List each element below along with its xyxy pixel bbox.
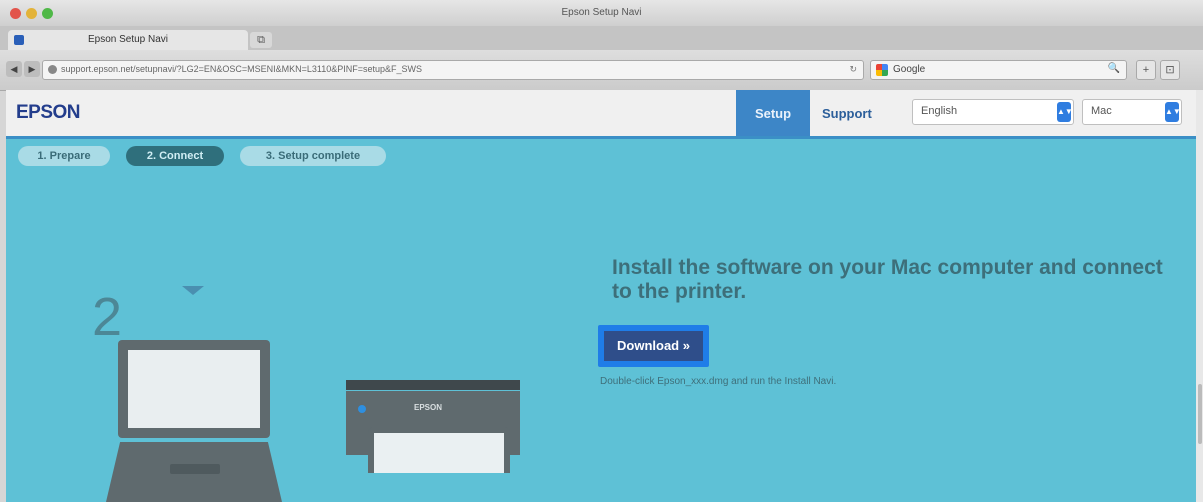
nav-support[interactable]: Support — [822, 90, 872, 136]
step-connect[interactable]: 2. Connect — [126, 146, 224, 166]
chevron-down-icon — [182, 286, 204, 295]
browser-tab[interactable]: Epson Setup Navi — [8, 30, 248, 50]
window-title: Epson Setup Navi — [561, 7, 642, 18]
printer-tray — [368, 427, 510, 473]
nav-setup[interactable]: Setup — [736, 90, 810, 136]
laptop-display — [128, 350, 260, 428]
sidebar-icon[interactable]: ⊡ — [1160, 60, 1180, 80]
address-text[interactable]: support.epson.net/setupnavi/?LG2=EN&OSC=… — [61, 64, 422, 74]
browser-toolbar: ◀ ▶ support.epson.net/setupnavi/?LG2=EN&… — [0, 50, 1203, 91]
search-field[interactable]: Google 🔍 — [870, 60, 1127, 80]
laptop-icon — [118, 340, 270, 438]
browser-window: Epson Setup Navi Epson Setup Navi ⧉ ◀ ▶ … — [0, 0, 1203, 502]
download-button[interactable]: Download » — [604, 331, 703, 361]
os-value: Mac — [1091, 105, 1112, 117]
search-placeholder: Google — [893, 64, 926, 75]
epson-logo[interactable]: EPSON — [16, 102, 81, 124]
new-tab-icon[interactable]: ⧉ — [250, 32, 272, 48]
back-icon[interactable]: ◀ — [6, 61, 22, 77]
address-bar[interactable]: support.epson.net/setupnavi/?LG2=EN&OSC=… — [42, 60, 864, 80]
printer-status-light — [358, 405, 366, 413]
step-number: 2 — [92, 287, 123, 347]
page-content: EPSON Setup Support English ▲▼ Mac ▲▼ 1.… — [6, 90, 1196, 502]
chevron-down-icon[interactable]: ▲▼ — [1165, 102, 1181, 122]
install-headline: Install the software on your Mac compute… — [612, 256, 1163, 303]
language-select[interactable]: English ▲▼ — [912, 99, 1074, 125]
laptop-trackpad — [170, 464, 220, 474]
reload-icon[interactable]: ↻ — [849, 64, 857, 75]
tab-strip: Epson Setup Navi ⧉ — [0, 26, 1203, 50]
forward-icon[interactable]: ▶ — [24, 61, 40, 77]
step-prepare[interactable]: 1. Prepare — [18, 146, 110, 166]
step-setup-complete[interactable]: 3. Setup complete — [240, 146, 386, 166]
scrollbar-thumb[interactable] — [1198, 384, 1202, 444]
search-icon[interactable]: 🔍 — [1108, 63, 1120, 74]
title-bar: Epson Setup Navi — [0, 0, 1203, 26]
printer-icon — [346, 380, 520, 390]
language-value: English — [921, 105, 958, 117]
site-header: EPSON Setup Support English ▲▼ Mac ▲▼ — [6, 90, 1196, 139]
tab-title: Epson Setup Navi — [87, 34, 169, 45]
install-hint: Double-click Epson_xxx.dmg and run the I… — [600, 376, 837, 387]
os-select[interactable]: Mac ▲▼ — [1082, 99, 1182, 125]
add-bookmark-icon[interactable]: + — [1136, 60, 1156, 80]
chevron-down-icon[interactable]: ▲▼ — [1057, 102, 1073, 122]
printer-brand: EPSON — [414, 403, 443, 412]
google-icon — [876, 64, 888, 76]
site-info-icon[interactable] — [48, 65, 57, 74]
